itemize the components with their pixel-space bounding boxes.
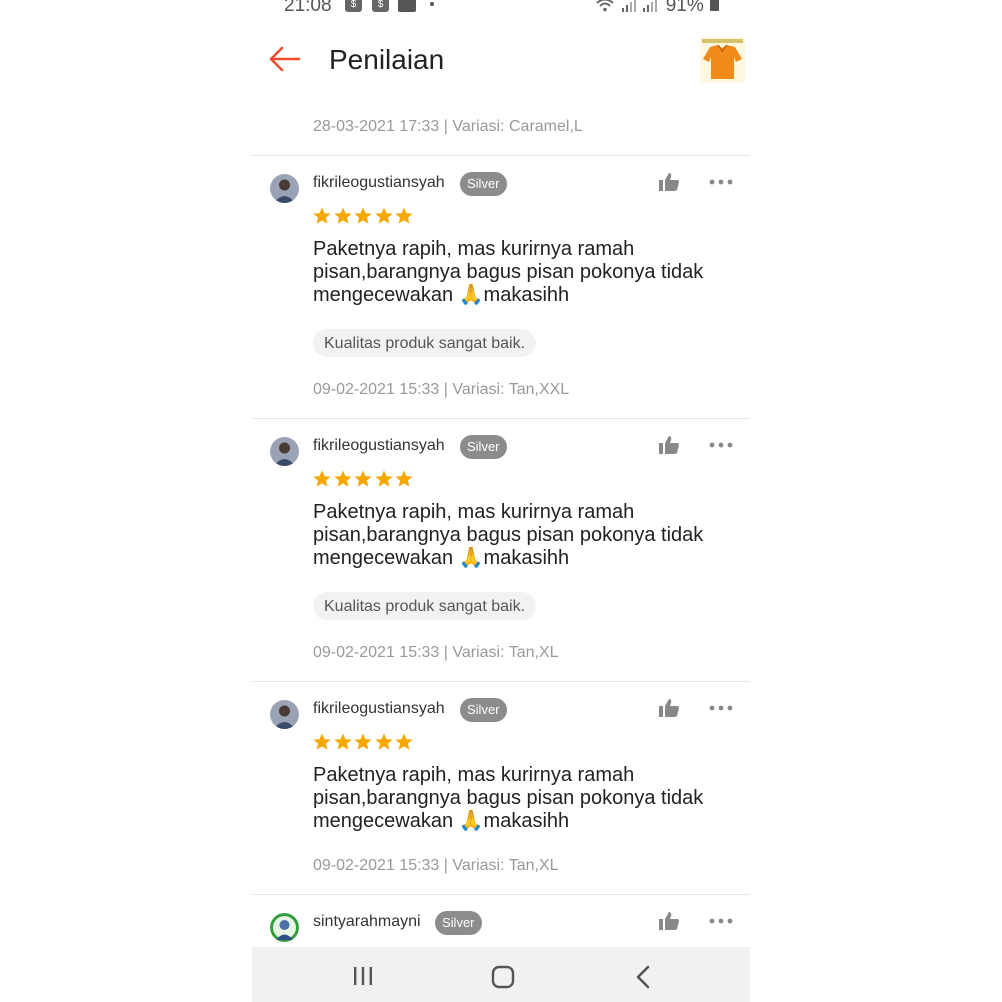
shopee-notification-icon: $: [372, 0, 389, 12]
status-bar: 21:08 $ $ 91%: [252, 0, 750, 20]
more-options-icon[interactable]: [708, 434, 734, 456]
review-item: fikrileogustiansyah Silver Paketnya rapi…: [252, 418, 750, 681]
star-icon: [354, 207, 372, 224]
username[interactable]: sintyarahmayni: [313, 913, 421, 931]
star-icon: [333, 470, 352, 487]
review-item: fikrileogustiansyah Silver Paketnya rapi…: [252, 681, 750, 894]
wifi-icon: [596, 0, 614, 12]
username[interactable]: fikrileogustiansyah: [313, 700, 445, 718]
thumbs-up-icon[interactable]: [658, 171, 680, 193]
back-nav-icon[interactable]: [634, 965, 652, 989]
star-icon: [333, 733, 352, 750]
review-meta: 09-02-2021 15:33 | Variasi: Tan,XXL: [313, 381, 570, 398]
system-navigation-bar: [252, 947, 750, 1002]
star-icon: [333, 207, 352, 224]
more-options-icon[interactable]: [708, 697, 734, 719]
star-icon: [354, 470, 372, 487]
battery-icon: [710, 0, 719, 11]
recent-apps-icon[interactable]: [352, 965, 374, 987]
star-icon: [313, 470, 331, 487]
star-icon: [313, 207, 331, 224]
silver-badge: Silver: [460, 172, 507, 196]
star-rating: [312, 732, 415, 752]
more-options-icon[interactable]: [708, 171, 734, 193]
battery-level: 91%: [666, 0, 720, 17]
silver-badge: Silver: [435, 911, 482, 935]
avatar[interactable]: [270, 700, 299, 729]
shopee-notification-icon: $: [345, 0, 362, 12]
avatar[interactable]: [270, 913, 299, 942]
silver-badge: Silver: [460, 435, 507, 459]
review-text: Paketnya rapih, mas kurirnya ramah pisan…: [313, 238, 704, 306]
thumbs-up-icon[interactable]: [658, 910, 680, 932]
star-icon: [354, 733, 372, 750]
review-meta: 28-03-2021 17:33 | Variasi: Caramel,L: [313, 118, 583, 135]
review-item: sintyarahmayni Silver: [252, 894, 750, 947]
header: Penilaian: [252, 20, 750, 102]
page-title: Penilaian: [329, 44, 445, 75]
silver-badge: Silver: [460, 698, 507, 722]
more-notifications-icon: [430, 2, 434, 6]
review-text: Paketnya rapih, mas kurirnya ramah pisan…: [313, 501, 704, 569]
star-rating: [312, 206, 415, 226]
signal-icon: [622, 0, 636, 12]
phone-screen: 21:08 $ $ 91% Penilaian 28-03-2021 17:33…: [252, 0, 750, 1002]
signal-icon: [643, 0, 657, 12]
review-text: Paketnya rapih, mas kurirnya ramah pisan…: [313, 764, 704, 832]
review-meta: 09-02-2021 15:33 | Variasi: Tan,XL: [313, 857, 559, 874]
star-icon: [313, 733, 331, 750]
star-icon: [395, 733, 413, 750]
battery-text: 91%: [665, 0, 704, 16]
thumbs-up-icon[interactable]: [658, 697, 680, 719]
review-item: fikrileogustiansyah Silver Paketnya rapi…: [252, 155, 750, 418]
home-icon[interactable]: [491, 965, 515, 989]
star-icon: [374, 207, 393, 224]
star-icon: [395, 207, 413, 224]
star-icon: [395, 470, 413, 487]
thumbs-up-icon[interactable]: [658, 434, 680, 456]
star-icon: [374, 470, 393, 487]
status-time: 21:08: [284, 0, 332, 16]
review-meta: 09-02-2021 15:33 | Variasi: Tan,XL: [313, 644, 559, 661]
review-tag: Kualitas produk sangat baik.: [313, 592, 537, 620]
mail-icon: [398, 0, 416, 12]
username[interactable]: fikrileogustiansyah: [313, 174, 445, 192]
back-arrow-icon[interactable]: [268, 42, 302, 76]
product-thumbnail[interactable]: [700, 37, 745, 83]
avatar[interactable]: [270, 174, 299, 203]
review-tag: Kualitas produk sangat baik.: [313, 329, 537, 357]
more-options-icon[interactable]: [708, 910, 734, 932]
star-icon: [374, 733, 393, 750]
star-rating: [312, 469, 415, 489]
username[interactable]: fikrileogustiansyah: [313, 437, 445, 455]
avatar[interactable]: [270, 437, 299, 466]
